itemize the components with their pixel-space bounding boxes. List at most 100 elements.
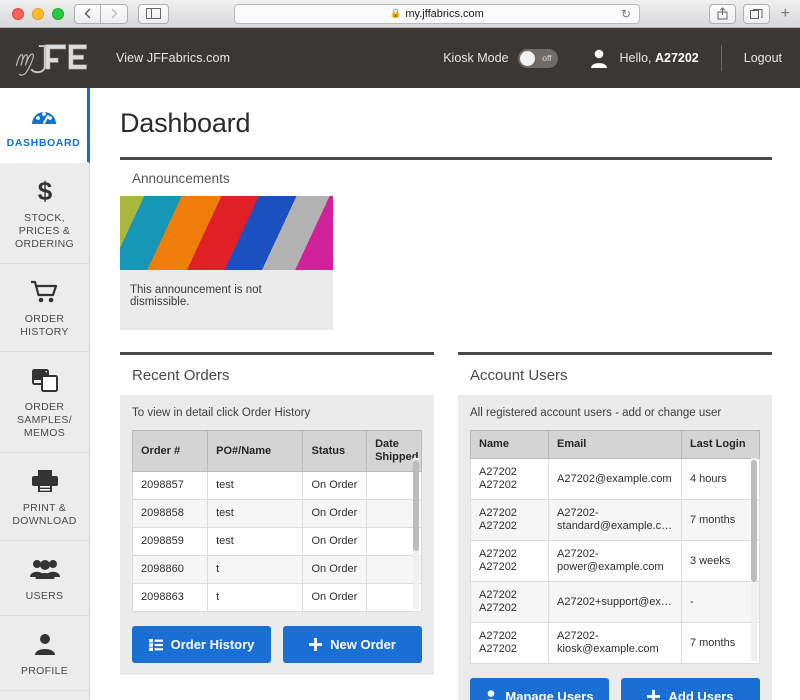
button-label: Manage Users [505, 689, 593, 700]
address-bar-container: 🔒 my.jffabrics.com ↻ [234, 4, 640, 24]
toggle-knob [520, 51, 535, 66]
table-row[interactable]: A27202 A27202A27202-standard@example.com… [471, 500, 760, 541]
cell-email: A27202-power@example.com [549, 541, 682, 582]
fabric-rolls-image [120, 196, 333, 270]
table-row[interactable]: 2098858testOn Order [133, 500, 422, 528]
account-users-panel: Account Users All registered account use… [458, 352, 772, 700]
logout-link[interactable]: Logout [744, 51, 782, 65]
sidebar-item-profile[interactable]: PROFILE [0, 616, 89, 691]
reload-icon[interactable]: ↻ [621, 7, 631, 21]
back-button[interactable] [74, 4, 101, 24]
table-row[interactable]: A27202 A27202A27202-power@example.com3 w… [471, 541, 760, 582]
table-row[interactable]: A27202 A27202A27202@example.com4 hours [471, 459, 760, 500]
plus-icon [309, 638, 322, 651]
table-scrollbar[interactable] [751, 458, 757, 661]
announcement-card: This announcement is not dismissible. [120, 196, 333, 330]
cell-po-name: t [208, 584, 303, 612]
cell-status: On Order [303, 472, 367, 500]
cell-name: A27202 A27202 [471, 623, 549, 664]
column-header[interactable]: Last Login [681, 431, 759, 459]
sidebar-item-users[interactable]: USERS [0, 541, 89, 616]
account-users-buttons: Manage Users Add Users [470, 678, 760, 700]
recent-orders-column: Recent Orders To view in detail click Or… [120, 352, 434, 700]
add-users-button[interactable]: Add Users [621, 678, 760, 700]
account-users-table: Name Email Last Login A27202 A27202A2720… [470, 430, 760, 664]
kiosk-mode-label: Kiosk Mode [443, 51, 508, 65]
cell-po-name: test [208, 500, 303, 528]
dashboard-columns: Recent Orders To view in detail click Or… [120, 352, 772, 700]
cell-status: On Order [303, 528, 367, 556]
table-row[interactable]: A27202 A27202A27202+support@example.com- [471, 582, 760, 623]
column-header[interactable]: PO#/Name [208, 431, 303, 472]
sidebar-toggle-button[interactable] [138, 4, 169, 24]
person-icon [4, 629, 85, 659]
view-site-link[interactable]: View JFFabrics.com [116, 51, 230, 65]
scrollbar-thumb[interactable] [751, 460, 757, 582]
header-right: Kiosk Mode off Hello, A27202 Logout [443, 45, 782, 71]
table-row[interactable]: 2098857testOn Order [133, 472, 422, 500]
order-history-button[interactable]: Order History [132, 626, 271, 663]
new-tab-button[interactable]: + [777, 5, 794, 23]
sidebar-item-order-samples-memos[interactable]: ORDER SAMPLES/ MEMOS [0, 352, 89, 453]
cell-last-login: 3 weeks [681, 541, 759, 582]
sidebar-item-print-download[interactable]: PRINT & DOWNLOAD [0, 453, 89, 541]
table-row[interactable]: 2098859testOn Order [133, 528, 422, 556]
cell-email: A27202+support@example.com [549, 582, 682, 623]
url-text: my.jffabrics.com [405, 8, 483, 20]
logo[interactable] [12, 35, 94, 81]
recent-orders-table: Order # PO#/Name Status Date Shipped 209… [132, 430, 422, 612]
account-users-column: Account Users All registered account use… [458, 352, 772, 700]
button-label: Order History [171, 637, 255, 652]
maximize-window-button[interactable] [52, 8, 64, 20]
cell-last-login: 7 months [681, 623, 759, 664]
page-title: Dashboard [120, 108, 772, 139]
sidebar-item-stock-prices-ordering[interactable]: $ STOCK, PRICES & ORDERING [0, 163, 89, 264]
share-button[interactable] [709, 4, 736, 24]
cell-order-number: 2098860 [133, 556, 208, 584]
table-scrollbar[interactable] [413, 458, 419, 609]
window-controls [6, 8, 72, 20]
tabs-overview-button[interactable] [743, 4, 770, 24]
cell-order-number: 2098858 [133, 500, 208, 528]
lock-icon: 🔒 [390, 8, 401, 19]
forward-button[interactable] [101, 4, 128, 24]
announcements-title: Announcements [120, 160, 772, 196]
manage-users-button[interactable]: Manage Users [470, 678, 609, 700]
minimize-window-button[interactable] [32, 8, 44, 20]
table-row[interactable]: A27202 A27202A27202-kiosk@example.com7 m… [471, 623, 760, 664]
sidebar-item-order-history[interactable]: ORDER HISTORY [0, 264, 89, 352]
sidebar-item-label: PROFILE [4, 665, 85, 678]
column-header[interactable]: Order # [133, 431, 208, 472]
sidebar: DASHBOARD $ STOCK, PRICES & ORDERING ORD… [0, 88, 90, 700]
cell-order-number: 2098863 [133, 584, 208, 612]
person-icon [485, 690, 497, 700]
kiosk-mode-toggle[interactable]: off [518, 49, 558, 68]
users-group-icon [4, 554, 85, 584]
sidebar-item-label: ORDER SAMPLES/ MEMOS [4, 401, 85, 440]
cell-status: On Order [303, 500, 367, 528]
account-users-body: All registered account users - add or ch… [458, 395, 772, 700]
greeting-prefix: Hello, [620, 51, 655, 65]
table-row[interactable]: 2098863tOn Order [133, 584, 422, 612]
close-window-button[interactable] [12, 8, 24, 20]
sidebar-item-label: DASHBOARD [4, 137, 83, 150]
table-row[interactable]: 2098860tOn Order [133, 556, 422, 584]
dollar-icon: $ [4, 176, 85, 206]
column-header[interactable]: Email [549, 431, 682, 459]
user-icon [588, 47, 610, 69]
header-divider [721, 45, 722, 71]
plus-icon [647, 690, 660, 700]
sidebar-item-label: STOCK, PRICES & ORDERING [4, 212, 85, 251]
recent-orders-title: Recent Orders [120, 355, 434, 395]
new-order-button[interactable]: New Order [283, 626, 422, 663]
column-header[interactable]: Name [471, 431, 549, 459]
cart-icon [4, 277, 85, 307]
scrollbar-thumb[interactable] [413, 460, 419, 551]
sidebar-item-dashboard[interactable]: DASHBOARD [0, 88, 90, 163]
greeting: Hello, A27202 [620, 51, 699, 65]
column-header[interactable]: Status [303, 431, 367, 472]
cell-name: A27202 A27202 [471, 459, 549, 500]
address-bar[interactable]: 🔒 my.jffabrics.com ↻ [234, 4, 640, 24]
cell-email: A27202@example.com [549, 459, 682, 500]
button-label: New Order [330, 637, 396, 652]
